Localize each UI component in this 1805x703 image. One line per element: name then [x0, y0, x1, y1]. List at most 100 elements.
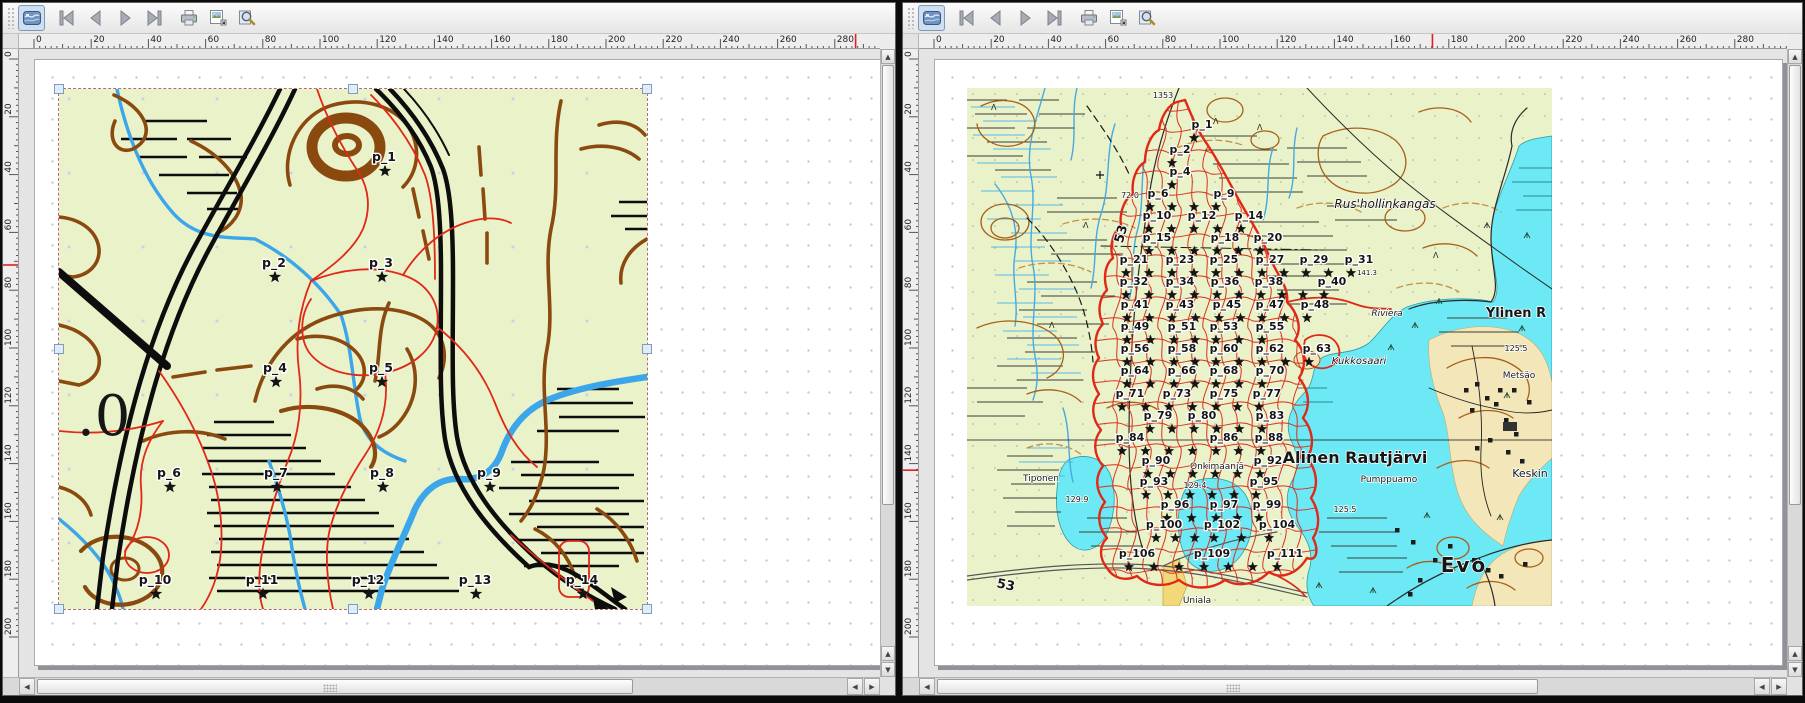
export-atlas-image-icon	[208, 8, 228, 28]
vertical-ruler: 020406080100120140160180200	[3, 49, 19, 677]
svg-text:40: 40	[904, 161, 914, 173]
svg-text:200: 200	[608, 35, 625, 45]
selection-handle[interactable]	[54, 604, 64, 614]
selection-handle[interactable]	[642, 344, 652, 354]
horizontal-scroll-thumb[interactable]	[37, 679, 633, 694]
scroll-down-button[interactable]: ▼	[1788, 662, 1802, 677]
atlas-preview-button[interactable]	[918, 5, 945, 31]
svg-text:160: 160	[1394, 35, 1411, 45]
vertical-scroll-thumb[interactable]	[882, 65, 894, 505]
svg-text:40: 40	[1050, 35, 1062, 45]
scroll-up-button[interactable]: ▲	[1788, 646, 1802, 661]
svg-text:160: 160	[494, 35, 511, 45]
svg-text:20: 20	[904, 103, 914, 115]
atlas-toolbar	[903, 3, 1802, 34]
next-feature-button[interactable]	[1011, 5, 1038, 31]
atlas-map-item[interactable]: .0p_1p_2p_3p_4p_5p_6p_7p_8p_9p_10p_11p_1…	[59, 89, 647, 609]
ruler-corner	[903, 34, 919, 49]
composition-canvas[interactable]: ΛΛΛΛΛΛ1353Rus'hollinkangas72.053141.3Riv…	[919, 49, 1787, 677]
svg-text:120: 120	[379, 35, 396, 45]
export-atlas-image-button[interactable]	[1104, 5, 1131, 31]
map-point-label: p_75	[1210, 387, 1239, 400]
map-point-label: p_2	[262, 255, 286, 271]
toolbar-grip[interactable]	[7, 7, 14, 29]
selection-handle[interactable]	[54, 84, 64, 94]
map-point-label: p_43	[1166, 298, 1195, 311]
svg-text:160: 160	[4, 502, 14, 519]
place-label: Uniala	[1183, 596, 1211, 606]
export-atlas-pdf-button[interactable]	[233, 5, 260, 31]
map-point-label: p_66	[1168, 364, 1197, 377]
scroll-left-button[interactable]: ◀	[1754, 678, 1770, 695]
svg-text:140: 140	[4, 444, 14, 461]
scroll-right-button[interactable]: ▶	[1771, 678, 1787, 695]
map-point-label: p_3	[369, 255, 393, 271]
map-point-label: p_111	[1267, 547, 1303, 560]
map-point-label: p_4	[263, 360, 287, 376]
previous-feature-button[interactable]	[82, 5, 109, 31]
vertical-scrollbar[interactable]: ▲▲▼	[1787, 49, 1802, 677]
place-label: Kukkosaari	[1332, 356, 1387, 367]
map-point-label: p_77	[1253, 387, 1282, 400]
atlas-preview-button[interactable]	[18, 5, 45, 31]
export-atlas-pdf-button[interactable]	[1133, 5, 1160, 31]
map-point-label: p_2	[1169, 143, 1190, 156]
next-feature-button[interactable]	[111, 5, 138, 31]
map-point-label: p_10	[139, 572, 172, 588]
vertical-scrollbar[interactable]: ▲▲▼	[880, 49, 895, 677]
map-point-label: p_83	[1256, 409, 1285, 422]
map-point-label: p_14	[566, 572, 599, 588]
svg-text:20: 20	[993, 35, 1005, 45]
scroll-up-button[interactable]: ▲	[1788, 49, 1802, 64]
scroll-right-button[interactable]: ▶	[864, 678, 880, 695]
first-feature-button[interactable]	[53, 5, 80, 31]
atlas-map-item[interactable]: ΛΛΛΛΛΛ1353Rus'hollinkangas72.053141.3Riv…	[967, 88, 1552, 606]
svg-text:60: 60	[208, 35, 220, 45]
vertical-scroll-thumb[interactable]	[1789, 65, 1801, 505]
horizontal-scroll-thumb[interactable]	[937, 679, 1538, 694]
selection-handle[interactable]	[54, 344, 64, 354]
composition-canvas[interactable]: .0p_1p_2p_3p_4p_5p_6p_7p_8p_9p_10p_11p_1…	[19, 49, 880, 677]
horizontal-scrollbar[interactable]: ◀◀▶	[3, 677, 880, 695]
composer-window-left: 020406080100120140160180200220240260280 …	[2, 2, 896, 696]
selection-handle[interactable]	[348, 604, 358, 614]
next-feature-icon	[115, 8, 135, 28]
export-atlas-image-button[interactable]	[204, 5, 231, 31]
first-feature-button[interactable]	[953, 5, 980, 31]
map-point-label: p_21	[1120, 253, 1149, 266]
svg-text:120: 120	[4, 386, 14, 403]
scroll-left-button[interactable]: ◀	[19, 678, 35, 695]
scroll-left-button[interactable]: ◀	[847, 678, 863, 695]
scroll-up-button[interactable]: ▲	[881, 49, 895, 64]
selection-handle[interactable]	[642, 84, 652, 94]
map-point-label: p_90	[1142, 454, 1171, 467]
svg-text:0: 0	[36, 35, 42, 45]
place-label: 72.0	[1121, 191, 1139, 200]
scroll-up-button[interactable]: ▲	[881, 646, 895, 661]
scroll-left-button[interactable]: ◀	[919, 678, 935, 695]
map-point-label: p_56	[1121, 342, 1150, 355]
map-point-label: p_88	[1255, 431, 1284, 444]
export-atlas-pdf-icon	[1137, 8, 1157, 28]
toolbar-grip[interactable]	[907, 7, 914, 29]
map-point-label: p_38	[1255, 275, 1284, 288]
selection-handle[interactable]	[348, 84, 358, 94]
atlas-preview-icon	[22, 8, 42, 28]
print-atlas-button[interactable]	[175, 5, 202, 31]
place-label: Keskin	[1512, 467, 1548, 480]
map-text-layer: .0	[77, 384, 130, 449]
scroll-down-button[interactable]: ▼	[881, 662, 895, 677]
last-feature-button[interactable]	[140, 5, 167, 31]
previous-feature-button[interactable]	[982, 5, 1009, 31]
last-feature-button[interactable]	[1040, 5, 1067, 31]
horizontal-scrollbar[interactable]: ◀◀▶	[903, 677, 1787, 695]
svg-text:280: 280	[837, 35, 854, 45]
map-point-label: p_68	[1210, 364, 1239, 377]
svg-text:240: 240	[722, 35, 739, 45]
map-point-label: p_12	[1188, 209, 1217, 222]
map-point-label: p_20	[1254, 231, 1283, 244]
scrollbar-corner	[880, 677, 895, 695]
print-atlas-button[interactable]	[1075, 5, 1102, 31]
selection-handle[interactable]	[642, 604, 652, 614]
map-point-label: p_6	[1147, 187, 1168, 200]
